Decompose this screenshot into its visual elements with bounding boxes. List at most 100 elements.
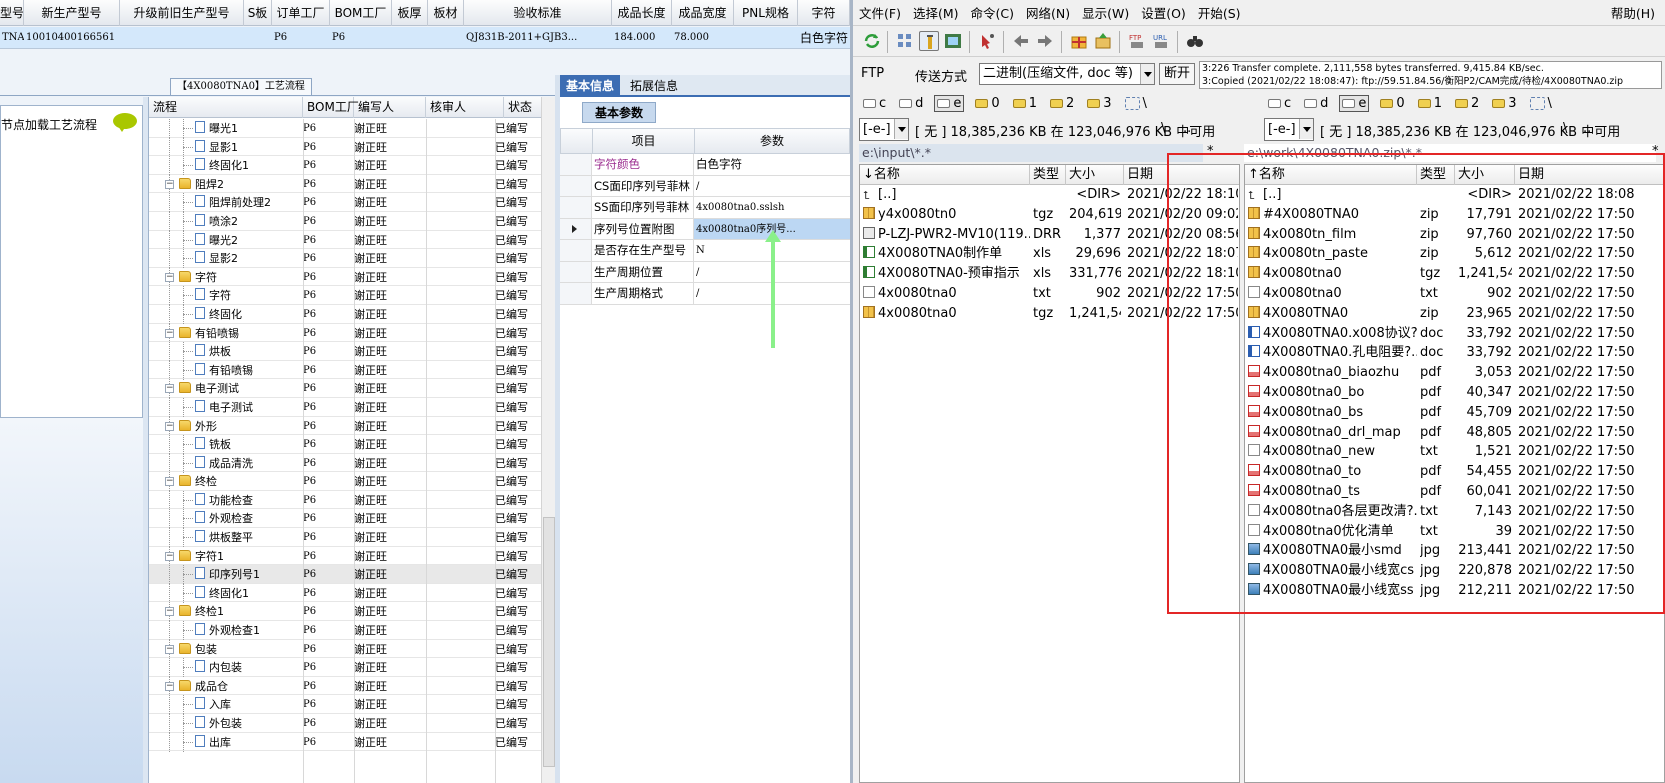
order-col-header[interactable]: 字符 [798, 0, 850, 26]
ftp-connect-icon[interactable]: FTP [1127, 31, 1147, 51]
process-tab-title[interactable]: 【4X0080TNA0】工艺流程 [170, 78, 312, 95]
collapse-toggle-icon[interactable]: − [165, 551, 174, 561]
tree-scrollbar[interactable] [541, 97, 555, 783]
order-cell[interactable] [734, 27, 798, 49]
process-name[interactable]: 成品清洗 [195, 455, 253, 472]
right-col-name-header[interactable]: ↑名称 [1245, 165, 1417, 185]
process-name[interactable]: 终固化1 [195, 585, 249, 602]
row-marker[interactable] [560, 175, 592, 196]
file-row[interactable]: 4X0080TNA0制作单 xls 29,696 2021/02/22 18:07 [860, 244, 1239, 264]
drive-button[interactable]: 2 [1048, 96, 1076, 111]
menu-settings[interactable]: 设置(O) [1135, 3, 1192, 22]
order-col-header[interactable]: 成品宽度 [672, 0, 734, 26]
process-row[interactable]: − 字符 P6 谢正旺 已编写 [149, 267, 541, 287]
order-col-header[interactable]: 板材 [428, 0, 464, 26]
order-col-header[interactable]: 验收标准 [464, 0, 612, 26]
process-row[interactable]: 成品清洗 P6 谢正旺 已编写 [149, 453, 541, 473]
file-row[interactable]: 4X0080TNA0.x008协议?... doc 33,792 2021/02/22… [1245, 324, 1664, 344]
order-table-row[interactable]: TNA010010400166561 P6P6 QJ831B-2011+GJB3..… [0, 27, 850, 49]
property-row[interactable]: 是否存在生产型号 N [560, 240, 850, 262]
process-name[interactable]: 终检1 [179, 603, 224, 620]
right-filter-star[interactable]: * [1652, 144, 1659, 159]
process-name[interactable]: 包装 [179, 641, 217, 658]
process-row[interactable]: 终固化1 P6 谢正旺 已编写 [149, 583, 541, 603]
url-connect-icon[interactable]: URL [1151, 31, 1171, 51]
file-row[interactable]: 4x0080tna0_biaozhu pdf 3,053 2021/02/22 17:… [1245, 363, 1664, 383]
tab-extended-info[interactable]: 拓展信息 [624, 75, 684, 97]
collapse-toggle-icon[interactable]: − [165, 477, 174, 487]
process-row[interactable]: − 成品仓 P6 谢正旺 已编写 [149, 676, 541, 696]
file-row[interactable]: #4X0080TNA0 zip 17,791 2021/02/22 17:50 [1245, 205, 1664, 225]
thumbnail-view-icon[interactable] [943, 31, 963, 51]
property-value[interactable]: / [694, 176, 850, 197]
process-col-header[interactable]: 流程 [149, 97, 303, 118]
order-col-header[interactable]: 板厚 [392, 0, 428, 26]
property-row[interactable]: 序列号位置附图 4x0080tna0序列号... [560, 218, 850, 240]
row-marker[interactable] [560, 197, 592, 218]
process-name[interactable]: 阻焊前处理2 [195, 194, 271, 211]
collapse-toggle-icon[interactable]: − [165, 384, 174, 394]
menu-start[interactable]: 开始(S) [1192, 3, 1247, 22]
row-marker[interactable] [560, 261, 592, 282]
drive-button[interactable]: 3 [1490, 96, 1518, 111]
file-row[interactable]: 4x0080tna0 txt 902 2021/02/22 17:50 [1245, 284, 1664, 304]
order-cell[interactable]: 184.000 [612, 27, 672, 49]
file-row[interactable]: 4X0080TNA0-预审指示 xls 331,776 2021/02/22 18:1… [860, 264, 1239, 284]
process-row[interactable]: 铣板 P6 谢正旺 已编写 [149, 435, 541, 455]
drive-button[interactable]: \ [1528, 96, 1554, 111]
order-col-header[interactable]: 成品长度 [612, 0, 672, 26]
row-marker[interactable] [560, 154, 592, 175]
order-cell[interactable]: QJ831B-2011+GJB3... [464, 27, 612, 49]
menu-file[interactable]: 文件(F) [853, 3, 907, 22]
drive-button[interactable]: 0 [973, 96, 1001, 111]
left-col-name-header[interactable]: ↓名称 [860, 165, 1030, 185]
process-row[interactable]: 内包装 P6 谢正旺 已编写 [149, 658, 541, 678]
order-col-header[interactable]: BOM工厂 [330, 0, 392, 26]
speech-bubble-icon[interactable] [113, 113, 137, 132]
property-value[interactable]: 4x0080tna0.sslsh [694, 197, 850, 218]
left-col-date-header[interactable]: 日期 [1124, 165, 1239, 185]
property-row[interactable]: 字符颜色 白色字符 [560, 154, 850, 176]
menu-network[interactable]: 网络(N) [1020, 3, 1076, 22]
process-name[interactable]: 喷涂2 [195, 213, 238, 230]
tree-scrollbar-thumb[interactable] [543, 517, 555, 767]
process-name[interactable]: 曝光2 [195, 232, 238, 249]
row-marker[interactable] [560, 283, 592, 304]
process-row[interactable]: 曝光2 P6 谢正旺 已编写 [149, 230, 541, 250]
process-row[interactable]: − 包装 P6 谢正旺 已编写 [149, 639, 541, 659]
file-row[interactable]: 4x0080tna0_new txt 1,521 2021/02/22 17:50 [1245, 442, 1664, 462]
process-row[interactable]: 显影1 P6 谢正旺 已编写 [149, 137, 541, 157]
node-load-label[interactable]: 节点加载工艺流程 [1, 116, 97, 133]
process-name[interactable]: 曝光1 [195, 120, 238, 137]
left-filter-star[interactable]: * [1207, 144, 1214, 159]
file-row[interactable]: 4X0080TNA0最小线宽ss jpg 212,211 2021/02/22 17:… [1245, 581, 1664, 601]
file-row[interactable]: ⮤ [..] <DIR> 2021/02/22 18:10 [860, 185, 1239, 205]
drive-button[interactable]: c [861, 96, 888, 111]
process-name[interactable]: 字符 [179, 269, 217, 286]
file-row[interactable]: 4x0080tna0优化清单 txt 39 2021/02/22 17:50 [1245, 522, 1664, 542]
collapse-toggle-icon[interactable]: − [165, 607, 174, 617]
process-name[interactable]: 有铅喷锡 [179, 325, 239, 342]
file-row[interactable]: 4x0080tn_paste zip 5,612 2021/02/22 17:50 [1245, 244, 1664, 264]
process-name[interactable]: 烘板 [195, 343, 231, 360]
drive-button[interactable]: 1 [1416, 96, 1444, 111]
process-row[interactable]: 烘板整平 P6 谢正旺 已编写 [149, 528, 541, 548]
left-up-button[interactable]: .. [1183, 121, 1191, 136]
property-row[interactable]: SS面印序列号菲林 4x0080tna0.sslsh [560, 197, 850, 219]
process-name[interactable]: 成品仓 [179, 678, 228, 695]
file-row[interactable]: 4x0080tna0 txt 902 2021/02/22 17:50 [860, 284, 1239, 304]
order-col-header[interactable]: PNL规格 [734, 0, 798, 26]
process-name[interactable]: 烘板整平 [195, 529, 253, 546]
order-cell[interactable] [244, 27, 272, 49]
file-row[interactable]: ⮤ [..] <DIR> 2021/02/22 18:08 [1245, 185, 1664, 205]
collapse-toggle-icon[interactable]: − [165, 421, 174, 431]
left-col-size-header[interactable]: 大小 [1066, 165, 1124, 185]
process-row[interactable]: − 阻焊2 P6 谢正旺 已编写 [149, 174, 541, 194]
process-name[interactable]: 字符1 [179, 548, 224, 565]
transfer-mode-select[interactable]: 二进制(压缩文件, doc 等) [979, 63, 1155, 85]
process-name[interactable]: 外包装 [195, 715, 242, 732]
binoculars-icon[interactable] [1185, 31, 1205, 51]
process-name[interactable]: 阻焊2 [179, 176, 224, 193]
collapse-toggle-icon[interactable]: − [165, 328, 174, 338]
tab-basic-info[interactable]: 基本信息 [560, 75, 621, 97]
